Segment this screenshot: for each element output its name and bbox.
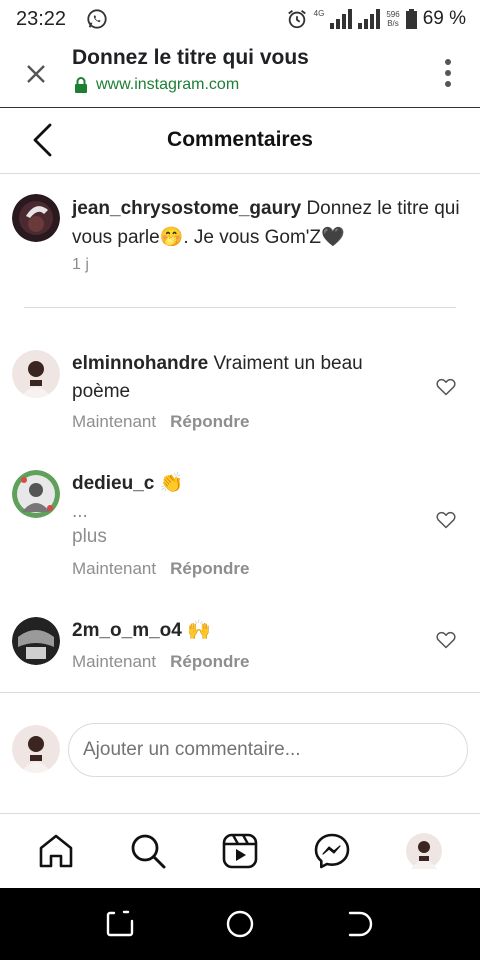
- home-icon[interactable]: [37, 832, 75, 870]
- comment-item: 2m_o_m_o4 🙌 Maintenant Répondre: [0, 617, 480, 677]
- caption-username[interactable]: jean_chrysostome_gaury: [72, 198, 301, 219]
- browser-bar: Donnez le titre qui vous www.instagram.c…: [0, 38, 480, 108]
- current-user-avatar: [12, 725, 60, 773]
- back-arrow-icon[interactable]: [30, 122, 54, 158]
- reply-button[interactable]: Répondre: [170, 412, 249, 431]
- post-caption: jean_chrysostome_gaury Donnez le titre q…: [0, 174, 480, 308]
- comment-username[interactable]: elminnohandre: [72, 353, 208, 374]
- signal-icon-2: [358, 9, 381, 29]
- system-nav-bar: [0, 888, 480, 960]
- status-bar: 23:22 4G 596 B/s 69 %: [0, 0, 480, 38]
- comment-time: Maintenant: [72, 412, 157, 431]
- browser-url: www.instagram.com: [96, 76, 240, 93]
- status-time: 23:22: [16, 8, 67, 30]
- comment-meta: Maintenant Répondre: [72, 652, 249, 672]
- recents-icon[interactable]: [104, 908, 136, 940]
- status-indicators: 4G 596 B/s 69 %: [286, 8, 466, 30]
- comment-meta: Maintenant Répondre: [72, 559, 249, 579]
- browser-page-title: Donnez le titre qui vous: [72, 46, 309, 69]
- comment-ellipsis: ...: [72, 501, 88, 522]
- avatar[interactable]: [12, 194, 60, 242]
- data-speed: 596 B/s: [386, 10, 400, 28]
- battery-percent: 69 %: [422, 8, 466, 29]
- comment-body: 👏: [154, 473, 184, 494]
- back-button-icon[interactable]: [344, 908, 376, 940]
- lock-icon: [75, 77, 87, 93]
- page-title: Commentaires: [167, 128, 313, 151]
- add-comment-bar: [0, 693, 480, 813]
- network-type: 4G: [313, 8, 325, 18]
- close-icon[interactable]: [22, 60, 50, 88]
- alarm-icon: [287, 10, 306, 29]
- avatar[interactable]: [12, 350, 60, 398]
- home-button-icon[interactable]: [224, 908, 256, 940]
- reels-icon[interactable]: [221, 832, 259, 870]
- comment-body: 🙌: [181, 620, 211, 641]
- comment-text: elminnohandre Vraiment un beau poème: [72, 350, 412, 406]
- bottom-nav: [0, 814, 480, 888]
- more-vert-icon[interactable]: [444, 58, 452, 88]
- comment-time: Maintenant: [72, 559, 157, 578]
- avatar[interactable]: [12, 470, 60, 518]
- comment-meta: Maintenant Répondre: [72, 412, 249, 432]
- divider: [24, 307, 456, 308]
- comment-item: elminnohandre Vraiment un beau poème Mai…: [0, 350, 480, 450]
- messenger-icon[interactable]: [313, 832, 351, 870]
- reply-button[interactable]: Répondre: [170, 559, 249, 578]
- heart-outline-icon[interactable]: [436, 631, 456, 649]
- signal-icon-1: [330, 9, 353, 29]
- comment-text: 2m_o_m_o4 🙌: [72, 617, 412, 645]
- comment-time: Maintenant: [72, 652, 157, 671]
- comment-username[interactable]: dedieu_c: [72, 473, 154, 494]
- comment-item: dedieu_c 👏 ... plus Maintenant Répondre: [0, 470, 480, 590]
- profile-avatar[interactable]: [405, 832, 443, 870]
- comment-input[interactable]: [68, 723, 468, 777]
- comments-header: Commentaires: [0, 108, 480, 174]
- whatsapp-icon: [87, 9, 107, 29]
- browser-url-row[interactable]: www.instagram.com: [74, 76, 239, 94]
- more-link[interactable]: plus: [72, 526, 107, 548]
- search-icon[interactable]: [129, 832, 167, 870]
- avatar[interactable]: [12, 617, 60, 665]
- reply-button[interactable]: Répondre: [170, 652, 249, 671]
- battery-icon: [405, 9, 417, 29]
- heart-outline-icon[interactable]: [436, 378, 456, 396]
- comment-username[interactable]: 2m_o_m_o4: [72, 620, 182, 641]
- heart-outline-icon[interactable]: [436, 511, 456, 529]
- comment-text: dedieu_c 👏: [72, 470, 412, 498]
- caption-text: jean_chrysostome_gaury Donnez le titre q…: [72, 194, 480, 252]
- caption-time: 1 j: [72, 256, 89, 273]
